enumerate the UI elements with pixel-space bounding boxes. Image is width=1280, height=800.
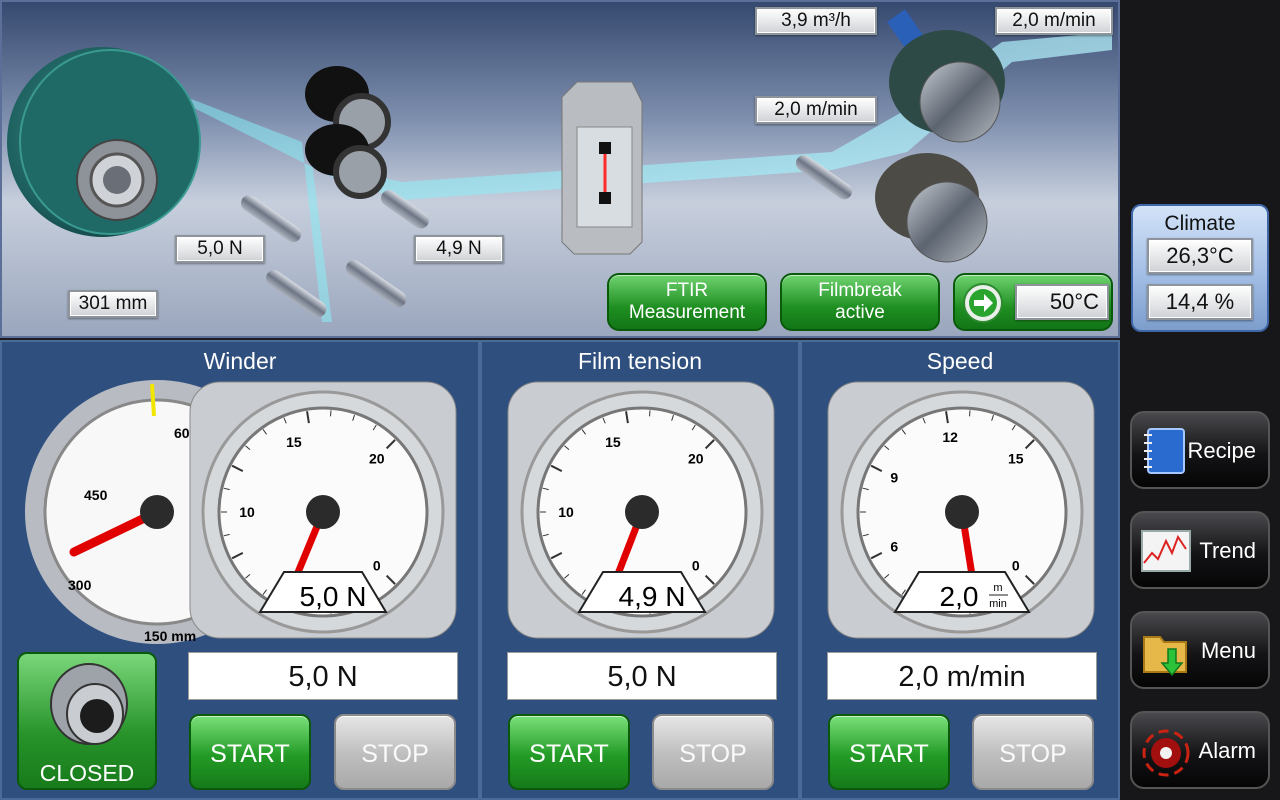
trend-label: Trend: [1199, 538, 1256, 563]
diameter-tick-300: 300: [68, 577, 92, 593]
film-tick-label: 10: [558, 504, 574, 520]
menu-button[interactable]: Menu: [1130, 611, 1270, 689]
trend-chart-icon: [1140, 523, 1192, 579]
film-tension-stop-button[interactable]: STOP: [652, 714, 774, 790]
winder-tick-label: 20: [369, 450, 385, 466]
arrow-right-icon: [963, 283, 1003, 323]
clamp-icon: [50, 663, 128, 745]
menu-label: Menu: [1200, 638, 1256, 663]
winder-stop-button[interactable]: STOP: [334, 714, 456, 790]
alarm-button[interactable]: Alarm: [1130, 711, 1270, 789]
speed-tick-label: 0: [1012, 558, 1020, 574]
recipe-book-icon: [1140, 423, 1192, 479]
film-tension-setpoint[interactable]: 5,0 N: [507, 652, 777, 700]
film-tension-start-button[interactable]: START: [508, 714, 630, 790]
diameter-tick-150: 150 mm: [144, 628, 196, 644]
winder-spool: [7, 47, 201, 237]
winder-gauges: 450 600 300 150 mm 05101520 5,0 N: [25, 380, 457, 644]
mid-speed-display: 2,0 m/min: [755, 96, 877, 124]
film-tick-label: 20: [688, 450, 704, 466]
film-tick-label: 15: [605, 434, 621, 450]
climate-panel: Climate 26,3°C 14,4 %: [1131, 204, 1269, 332]
film-tension-gauge: 05101520 4,9 N: [507, 381, 775, 639]
clamp-status-button[interactable]: CLOSED: [17, 652, 157, 790]
climate-humidity: 14,4 %: [1147, 284, 1253, 320]
film-tension-readout: 4,9 N: [619, 581, 686, 612]
speed-panel: Speed 03691215 2,0 m min 2,0 m/min START…: [800, 340, 1120, 800]
alarm-label: Alarm: [1198, 738, 1256, 763]
speed-stop-button[interactable]: STOP: [972, 714, 1094, 790]
ftir-head: [561, 81, 643, 255]
folder-icon: [1140, 623, 1192, 679]
speed-title: Speed: [926, 348, 994, 374]
winder-setpoint[interactable]: 5,0 N: [188, 652, 458, 700]
temperature-control[interactable]: 50°C: [953, 273, 1113, 331]
film-tick-label: 0: [692, 558, 700, 574]
winder-tick-label: 15: [286, 434, 302, 450]
winder-tension-readout: 5,0 N: [300, 581, 367, 612]
trend-button[interactable]: Trend: [1130, 511, 1270, 589]
speed-start-button[interactable]: START: [828, 714, 950, 790]
nip-rolls: [305, 66, 391, 199]
climate-temperature: 26,3°C: [1147, 238, 1253, 274]
speed-readout: 2,0: [940, 581, 979, 612]
speed-tick-label: 12: [942, 429, 958, 445]
film-tension-panel: Film tension 05101520 4,9 N 5,0 N START …: [480, 340, 800, 800]
speed-tick-label: 15: [1008, 450, 1024, 466]
diameter-mark-yellow: [150, 383, 156, 417]
speed-tick-label: 6: [890, 539, 898, 555]
winder-tick-label: 10: [239, 504, 255, 520]
speed-tick-label: 9: [890, 469, 898, 485]
right-tension-display: 4,9 N: [414, 235, 504, 263]
climate-title: Climate: [1164, 212, 1236, 235]
speed-unit-bottom: min: [989, 598, 1007, 610]
film-tension-title: Film tension: [578, 348, 702, 374]
winder-start-button[interactable]: START: [189, 714, 311, 790]
roll-diameter-display: 301 mm: [68, 290, 158, 318]
top-speed-display: 2,0 m/min: [995, 7, 1113, 35]
alarm-icon: [1140, 723, 1192, 779]
speed-gauge: 03691215 2,0 m min: [827, 381, 1095, 639]
process-visualization: 3,9 m³/h 2,0 m/min 2,0 m/min 5,0 N 4,9 N…: [0, 0, 1120, 338]
recipe-label: Recipe: [1187, 438, 1256, 463]
winder-tension-gauge: 05101520 5,0 N: [189, 381, 457, 639]
clamp-status-label: CLOSED: [39, 760, 135, 786]
ftir-measurement-button[interactable]: FTIR Measurement: [607, 273, 767, 331]
winder-panel: Winder 450 600 300 150 mm 05101520: [0, 340, 480, 800]
flow-rate-display: 3,9 m³/h: [755, 7, 877, 35]
recipe-button[interactable]: Recipe: [1130, 411, 1270, 489]
winder-title: Winder: [203, 348, 277, 374]
winder-tick-label: 0: [373, 558, 381, 574]
speed-setpoint[interactable]: 2,0 m/min: [827, 652, 1097, 700]
diameter-tick-450: 450: [84, 487, 108, 503]
temperature-value: 50°C: [1015, 284, 1109, 320]
speed-unit-top: m: [993, 582, 1002, 594]
left-tension-display: 5,0 N: [175, 235, 265, 263]
filmbreak-button[interactable]: Filmbreak active: [780, 273, 940, 331]
